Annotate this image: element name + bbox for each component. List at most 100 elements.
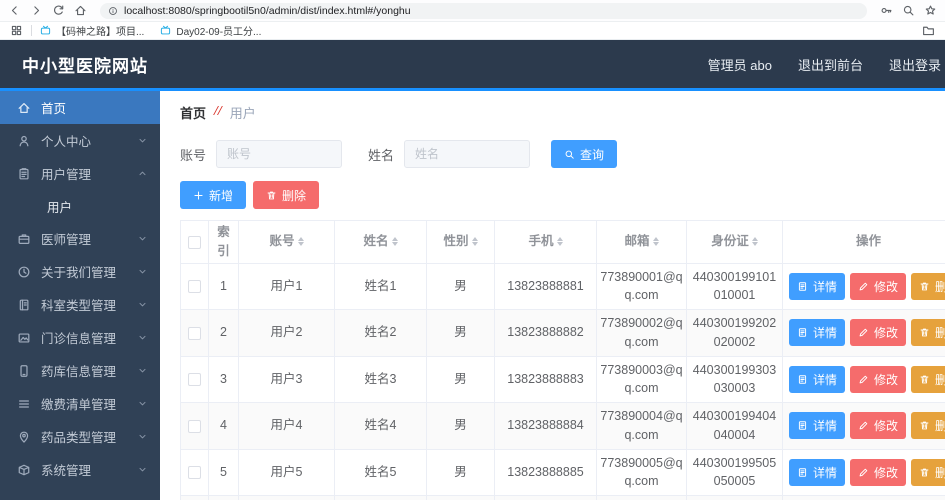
- pencil-icon: [858, 467, 869, 478]
- search-button[interactable]: 查询: [551, 140, 617, 168]
- sidebar-item-7[interactable]: 门诊信息管理: [0, 321, 160, 354]
- detail-button[interactable]: 详情: [789, 459, 845, 486]
- breadcrumb-home[interactable]: 首页: [180, 103, 206, 122]
- table-cell: 男: [427, 449, 495, 496]
- column-header[interactable]: 性别: [427, 221, 495, 264]
- sidebar-item-5[interactable]: 关于我们管理: [0, 255, 160, 288]
- sort-caret-icon[interactable]: [653, 237, 659, 246]
- edit-button[interactable]: 修改: [850, 273, 906, 300]
- chevron-down-icon: [137, 464, 148, 475]
- sidebar-subitem[interactable]: 用户: [0, 190, 160, 222]
- column-header[interactable]: 身份证: [687, 221, 783, 264]
- column-header[interactable]: 姓名: [335, 221, 427, 264]
- table-cell: 男: [427, 310, 495, 357]
- table-cell: 姓名6: [335, 496, 427, 500]
- row-checkbox[interactable]: [188, 280, 201, 293]
- table-cell: 773890006@qq.com: [597, 496, 687, 500]
- delete-row-button[interactable]: 删除: [911, 366, 945, 393]
- row-checkbox[interactable]: [188, 420, 201, 433]
- table-cell: 13823888881: [495, 263, 597, 310]
- site-info-icon[interactable]: [108, 6, 118, 16]
- detail-button[interactable]: 详情: [789, 273, 845, 300]
- select-all-checkbox[interactable]: [188, 236, 201, 249]
- chevron-down-icon: [137, 398, 148, 409]
- add-button[interactable]: 新增: [180, 181, 246, 209]
- sort-caret-icon[interactable]: [472, 237, 478, 246]
- name-input[interactable]: [404, 140, 530, 168]
- table-cell: 13823888884: [495, 403, 597, 450]
- back-icon[interactable]: [8, 4, 21, 17]
- detail-button[interactable]: 详情: [789, 412, 845, 439]
- phone-icon: [17, 364, 31, 378]
- pin-icon: [17, 430, 31, 444]
- forward-icon[interactable]: [30, 4, 43, 17]
- chevron-down-icon: [137, 135, 148, 146]
- tv-icon: [40, 25, 51, 36]
- delete-row-button[interactable]: 删除: [911, 459, 945, 486]
- sidebar-item-10[interactable]: 药品类型管理: [0, 420, 160, 453]
- row-checkbox[interactable]: [188, 327, 201, 340]
- pencil-icon: [858, 281, 869, 292]
- sidebar-item-9[interactable]: 缴费清单管理: [0, 387, 160, 420]
- chevron-down-icon: [137, 332, 148, 343]
- row-checkbox[interactable]: [188, 373, 201, 386]
- sort-caret-icon[interactable]: [392, 237, 398, 246]
- document-icon: [797, 467, 808, 478]
- table-cell: 440300199505050005: [687, 449, 783, 496]
- bookmarks-bar: 【码神之路】项目... Day02-09-员工分...: [0, 22, 945, 40]
- app-title: 中小型医院网站: [22, 52, 148, 77]
- bookmark-star-icon[interactable]: [924, 4, 937, 17]
- detail-button[interactable]: 详情: [789, 366, 845, 393]
- sort-caret-icon[interactable]: [752, 237, 758, 246]
- sidebar-item-1[interactable]: 首页: [0, 91, 160, 124]
- home-icon: [17, 101, 31, 115]
- column-header[interactable]: 账号: [239, 221, 335, 264]
- chevron-down-icon: [137, 233, 148, 244]
- admin-user-label[interactable]: 管理员 abo: [708, 55, 772, 74]
- breadcrumb: 首页 // 用户: [180, 103, 945, 121]
- logout-link[interactable]: 退出登录: [889, 55, 941, 74]
- zoom-search-icon[interactable]: [902, 4, 915, 17]
- table-cell: 773890004@qq.com: [597, 403, 687, 450]
- chevron-up-icon: [137, 168, 148, 179]
- edit-button[interactable]: 修改: [850, 459, 906, 486]
- sidebar-item-6[interactable]: 科室类型管理: [0, 288, 160, 321]
- column-header[interactable]: 手机: [495, 221, 597, 264]
- delete-row-button[interactable]: 删除: [911, 273, 945, 300]
- pencil-icon: [858, 420, 869, 431]
- sidebar-item-8[interactable]: 药库信息管理: [0, 354, 160, 387]
- table-cell: 男: [427, 496, 495, 500]
- delete-row-button[interactable]: 删除: [911, 319, 945, 346]
- sort-caret-icon[interactable]: [298, 237, 304, 246]
- trash-icon: [919, 374, 930, 385]
- refresh-icon[interactable]: [52, 4, 65, 17]
- sidebar-item-11[interactable]: 系统管理: [0, 453, 160, 486]
- delete-row-button[interactable]: 删除: [911, 412, 945, 439]
- column-header: 索引: [209, 221, 239, 264]
- sidebar-item-3[interactable]: 用户管理: [0, 157, 160, 190]
- table-cell: 440300199606060006: [687, 496, 783, 500]
- bookmarks-folder-icon[interactable]: [922, 24, 935, 37]
- column-header[interactable]: 邮箱: [597, 221, 687, 264]
- account-input[interactable]: [216, 140, 342, 168]
- edit-button[interactable]: 修改: [850, 366, 906, 393]
- detail-button[interactable]: 详情: [789, 319, 845, 346]
- table-cell: 440300199101010001: [687, 263, 783, 310]
- edit-button[interactable]: 修改: [850, 412, 906, 439]
- table-cell: 1: [209, 263, 239, 310]
- address-bar[interactable]: localhost:8080/springbootil5n0/admin/dis…: [100, 3, 867, 19]
- batch-delete-button[interactable]: 删除: [253, 181, 319, 209]
- password-key-icon[interactable]: [880, 4, 893, 17]
- edit-button[interactable]: 修改: [850, 319, 906, 346]
- row-checkbox[interactable]: [188, 466, 201, 479]
- sidebar-item-2[interactable]: 个人中心: [0, 124, 160, 157]
- sidebar-item-4[interactable]: 医师管理: [0, 222, 160, 255]
- bookmark-item-2[interactable]: Day02-09-员工分...: [160, 23, 261, 38]
- bookmark-item-1[interactable]: 【码神之路】项目...: [40, 23, 144, 38]
- apps-grid-icon[interactable]: [10, 24, 23, 37]
- clipboard-icon: [17, 167, 31, 181]
- exit-to-front-link[interactable]: 退出到前台: [798, 55, 863, 74]
- browser-home-icon[interactable]: [74, 4, 87, 17]
- app-header: 中小型医院网站 管理员 abo 退出到前台 退出登录: [0, 40, 945, 88]
- sort-caret-icon[interactable]: [557, 237, 563, 246]
